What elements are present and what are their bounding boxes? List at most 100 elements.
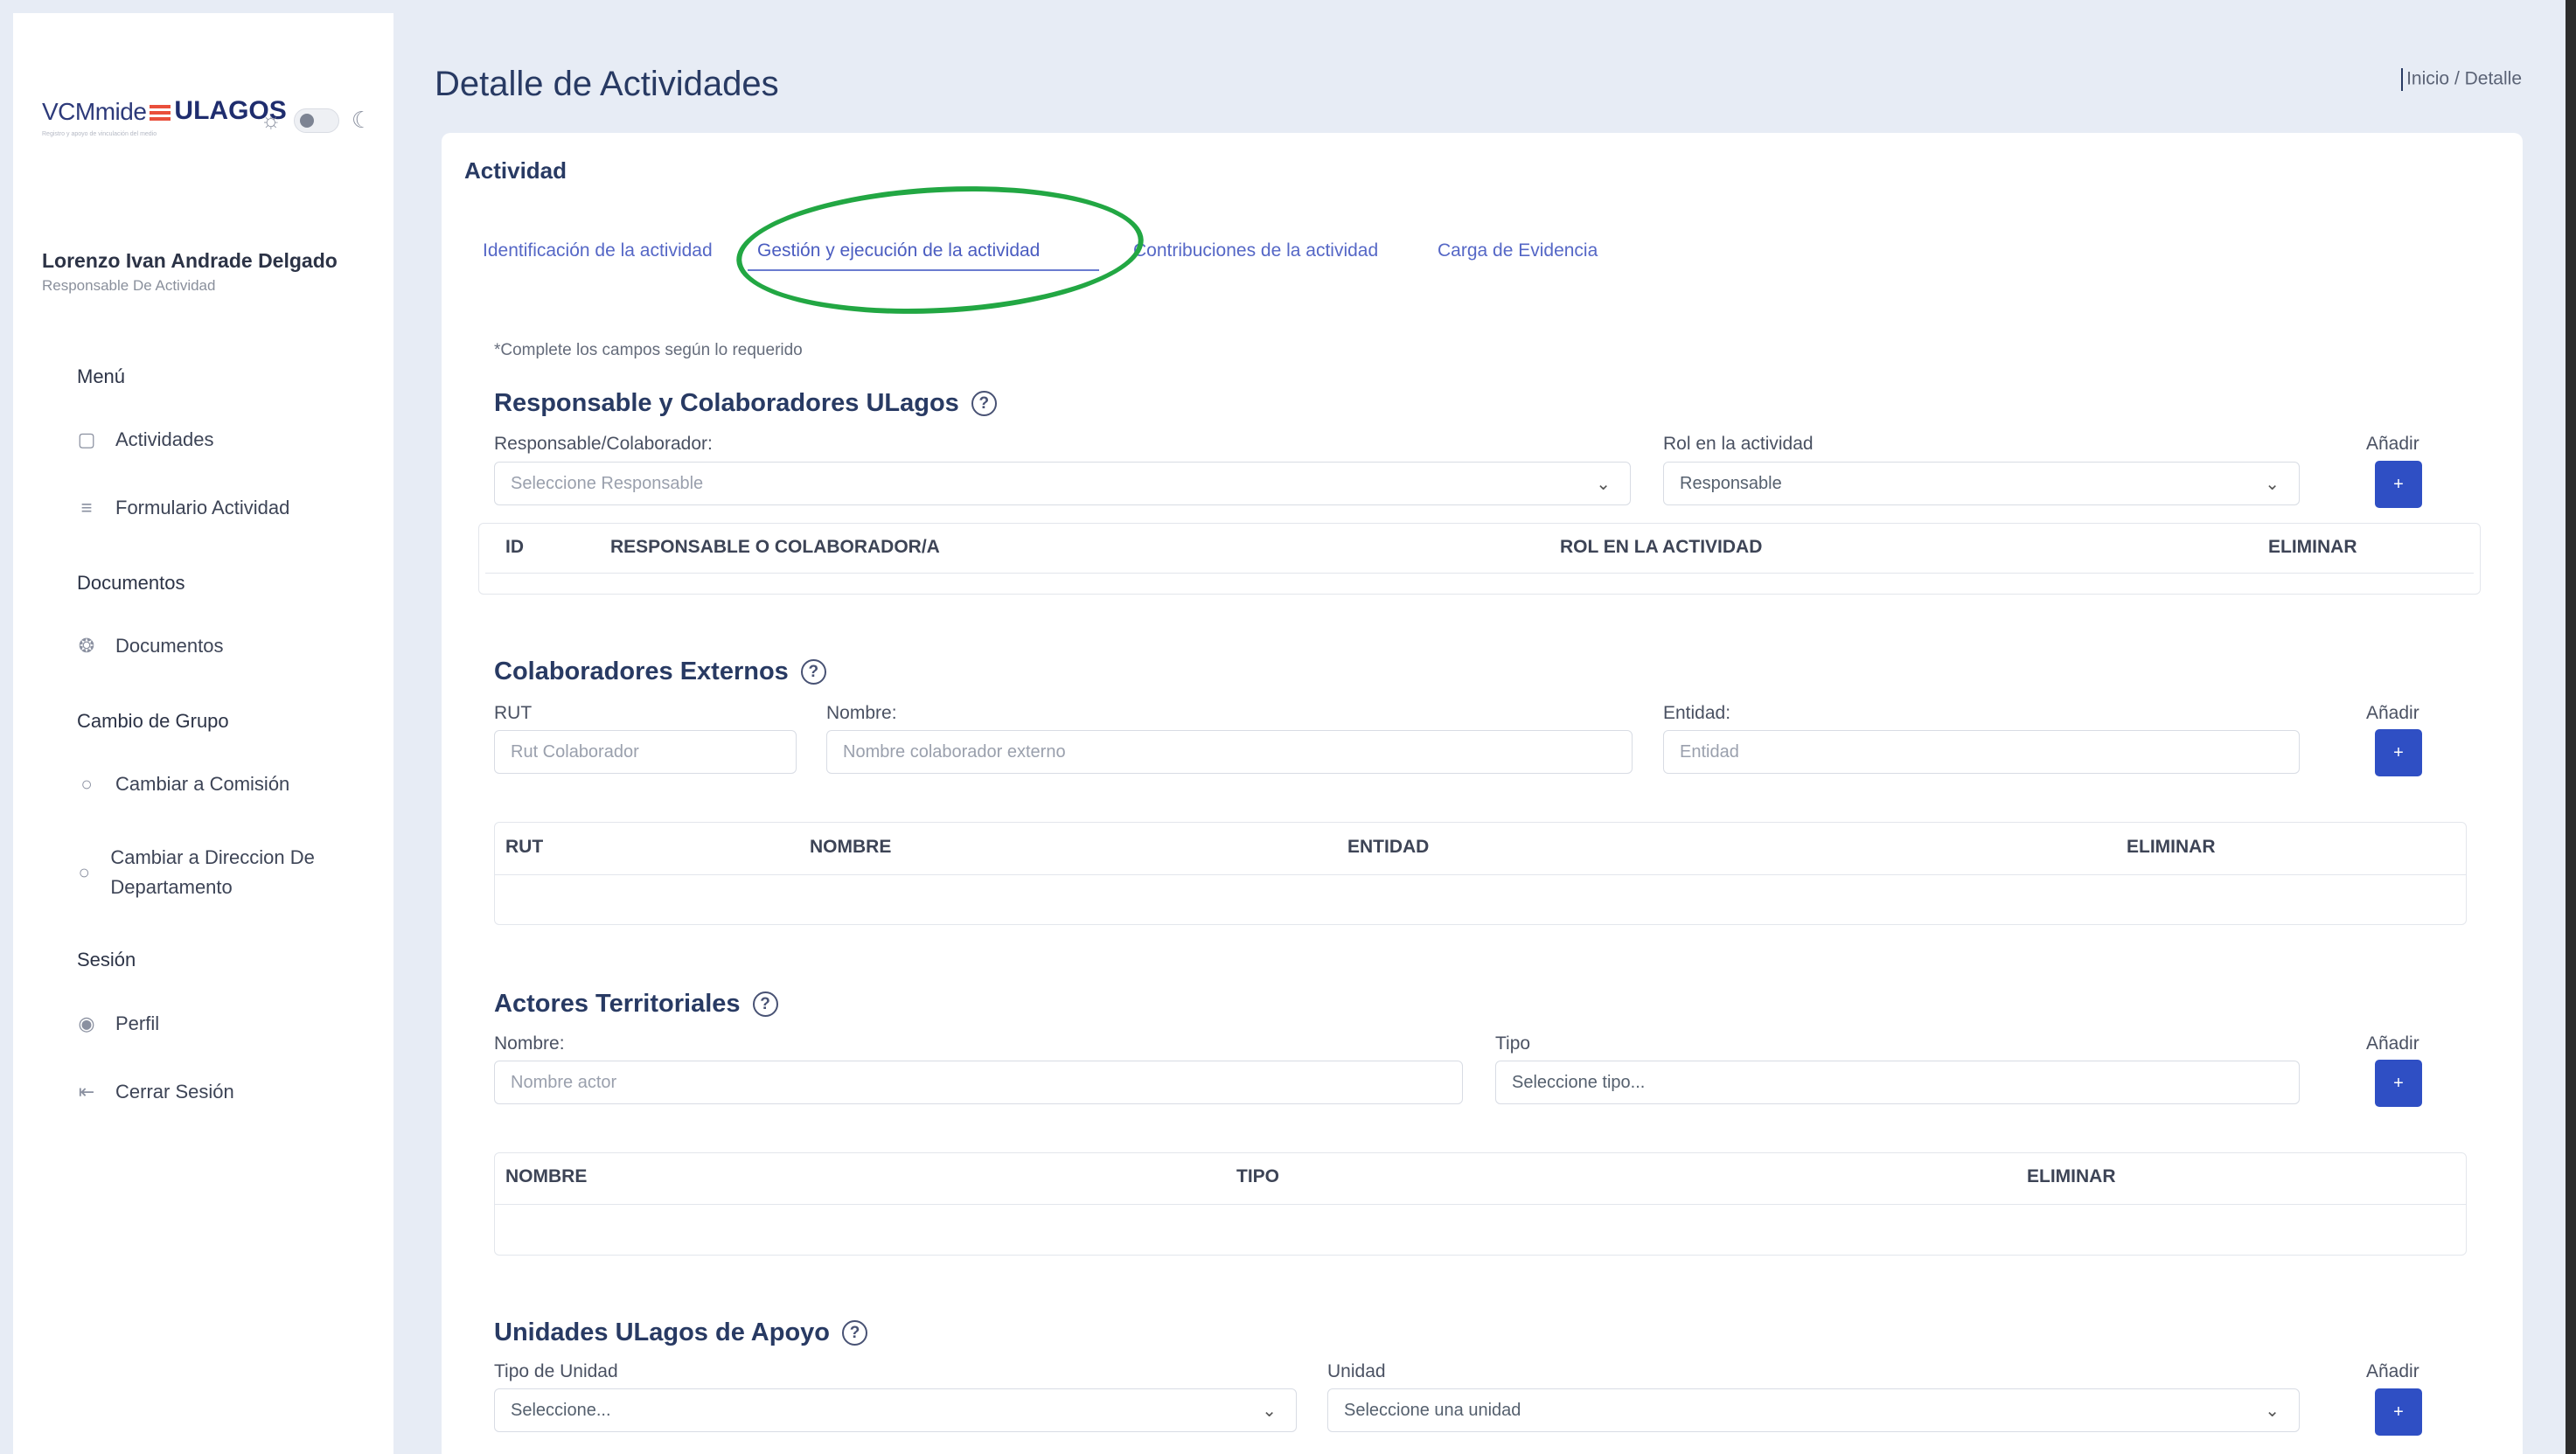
brand-tagline: Registro y apoyo de vinculación del medi… xyxy=(42,131,157,137)
rut-label: RUT xyxy=(494,703,533,723)
table-header-delete: ELIMINAR xyxy=(2127,837,2216,857)
sun-icon: ☼ xyxy=(261,107,282,133)
sidebar-item-profile[interactable]: ◉ Perfil xyxy=(77,1012,159,1035)
sidebar-item-commission[interactable]: ○ Cambiar a Comisión xyxy=(77,773,289,796)
responsables-table xyxy=(478,523,2481,595)
add-external-button[interactable]: + xyxy=(2375,729,2422,776)
input-placeholder: Rut Colaborador xyxy=(511,741,639,762)
sidebar-item-department[interactable]: ○ Cambiar a Direccion De Departamento xyxy=(77,843,357,902)
unit-type-select[interactable]: Seleccione... ⌄ xyxy=(494,1388,1297,1432)
help-icon[interactable]: ? xyxy=(842,1320,868,1346)
unit-type-label: Tipo de Unidad xyxy=(494,1361,618,1381)
breadcrumb-separator: / xyxy=(2454,68,2460,89)
moon-icon: ☾ xyxy=(351,107,372,133)
section-title-externos: Colaboradores Externos ? xyxy=(494,657,826,686)
external-name-input[interactable]: Nombre colaborador externo xyxy=(826,730,1633,774)
section-title-text: Responsable y Colaboradores ULagos xyxy=(494,389,959,417)
sidebar-item-logout[interactable]: ⇤ Cerrar Sesión xyxy=(77,1081,234,1103)
add-label: Añadir xyxy=(2366,703,2419,723)
section-title-text: Unidades ULagos de Apoyo xyxy=(494,1318,831,1346)
external-name-label: Nombre: xyxy=(826,703,897,723)
responsable-label: Responsable/Colaborador: xyxy=(494,434,713,454)
table-header-id: ID xyxy=(505,537,524,557)
actor-name-input[interactable]: Nombre actor xyxy=(494,1061,1463,1104)
select-placeholder: Seleccione una unidad xyxy=(1344,1400,1521,1420)
card-title: Actividad xyxy=(464,157,567,184)
table-header-entity: ENTIDAD xyxy=(1347,837,1430,857)
actor-name-label: Nombre: xyxy=(494,1033,565,1054)
form-hint: *Complete los campos según lo requerido xyxy=(494,341,803,359)
table-header-name: NOMBRE xyxy=(810,837,892,857)
section-title-unidades: Unidades ULagos de Apoyo ? xyxy=(494,1318,868,1347)
nav-heading-group: Cambio de Grupo xyxy=(77,710,229,732)
chevron-down-icon: ⌄ xyxy=(2265,475,2280,494)
rut-input[interactable]: Rut Colaborador xyxy=(494,730,797,774)
unit-select[interactable]: Seleccione una unidad ⌄ xyxy=(1327,1388,2300,1432)
sidebar-item-documents[interactable]: ❂ Documentos xyxy=(77,635,224,657)
tab-evidence[interactable]: Carga de Evidencia xyxy=(1438,240,1598,261)
sidebar-item-label: Actividades xyxy=(115,428,214,450)
user-name: Lorenzo Ivan Andrade Delgado xyxy=(42,249,338,272)
breadcrumb-home[interactable]: Inicio xyxy=(2406,69,2449,89)
add-responsable-button[interactable]: + xyxy=(2375,461,2422,508)
responsable-select[interactable]: Seleccione Responsable ⌄ xyxy=(494,462,1631,505)
entity-label: Entidad: xyxy=(1663,703,1731,723)
window-edge xyxy=(2566,0,2576,1454)
nav-heading-menu: Menú xyxy=(77,365,126,387)
theme-toggle[interactable] xyxy=(293,108,339,133)
tab-identification[interactable]: Identificación de la actividad xyxy=(483,240,713,261)
table-divider xyxy=(495,1204,2466,1205)
sidebar-item-label: Cambiar a Direccion De Departamento xyxy=(110,846,315,898)
toggle-knob xyxy=(299,113,314,128)
chevron-down-icon: ⌄ xyxy=(2265,1402,2280,1421)
brand-prefix: VCMmide xyxy=(42,98,147,125)
table-header-type: TIPO xyxy=(1236,1166,1280,1186)
section-title-text: Colaboradores Externos xyxy=(494,657,789,685)
user-icon: ◉ xyxy=(78,1012,95,1034)
table-header-name: NOMBRE xyxy=(505,1166,588,1186)
entity-input[interactable]: Entidad xyxy=(1663,730,2300,774)
activity-card xyxy=(442,133,2523,1454)
list-icon: ≡ xyxy=(80,497,93,518)
add-unit-button[interactable]: + xyxy=(2375,1388,2422,1436)
nav-heading-session: Sesión xyxy=(77,949,136,970)
actor-type-label: Tipo xyxy=(1495,1033,1531,1054)
sidebar-item-label: Cerrar Sesión xyxy=(115,1081,234,1103)
select-placeholder: Seleccione Responsable xyxy=(511,473,704,493)
circle-icon: ○ xyxy=(80,773,93,795)
actor-type-select[interactable]: Seleccione tipo... xyxy=(1495,1061,2300,1104)
help-icon[interactable]: ? xyxy=(752,991,778,1017)
role-select[interactable]: Responsable ⌄ xyxy=(1663,462,2300,505)
nav-heading-documents: Documentos xyxy=(77,572,185,594)
chevron-down-icon: ⌄ xyxy=(1596,475,1611,494)
add-label: Añadir xyxy=(2366,1361,2419,1381)
tab-contributions[interactable]: Contribuciones de la actividad xyxy=(1133,240,1378,261)
sidebar-item-activity-form[interactable]: ≡ Formulario Actividad xyxy=(77,497,290,519)
input-placeholder: Nombre actor xyxy=(511,1072,617,1092)
sidebar xyxy=(13,13,393,1454)
select-placeholder: Seleccione... xyxy=(511,1400,611,1420)
table-header-role: ROL EN LA ACTIVIDAD xyxy=(1560,537,1763,557)
help-icon[interactable]: ? xyxy=(800,659,826,685)
theme-switcher: ☼ ☾ xyxy=(261,107,372,134)
input-placeholder: Entidad xyxy=(1680,741,1739,762)
input-placeholder: Nombre colaborador externo xyxy=(843,741,1066,762)
table-divider xyxy=(495,874,2466,875)
add-label: Añadir xyxy=(2366,434,2419,454)
sidebar-item-label: Perfil xyxy=(115,1012,160,1034)
table-header-delete: ELIMINAR xyxy=(2268,537,2357,557)
help-icon[interactable]: ? xyxy=(971,391,997,416)
brand-logo[interactable]: VCMmide ULAGOS Registro y apoyo de vincu… xyxy=(42,96,287,137)
table-header-responsable: RESPONSABLE O COLABORADOR/A xyxy=(610,537,940,557)
sidebar-item-activities[interactable]: ▢ Actividades xyxy=(77,428,214,451)
table-divider xyxy=(485,573,2474,574)
user-role: Responsable De Actividad xyxy=(42,277,216,294)
brand-mark-icon xyxy=(150,105,171,121)
select-placeholder: Seleccione tipo... xyxy=(1512,1072,1646,1092)
add-actor-button[interactable]: + xyxy=(2375,1060,2422,1107)
sidebar-item-label: Documentos xyxy=(115,635,224,657)
text-cursor xyxy=(2401,68,2404,91)
circle-icon: ○ xyxy=(78,861,90,883)
role-label: Rol en la actividad xyxy=(1663,434,1814,454)
table-header-rut: RUT xyxy=(505,837,544,857)
